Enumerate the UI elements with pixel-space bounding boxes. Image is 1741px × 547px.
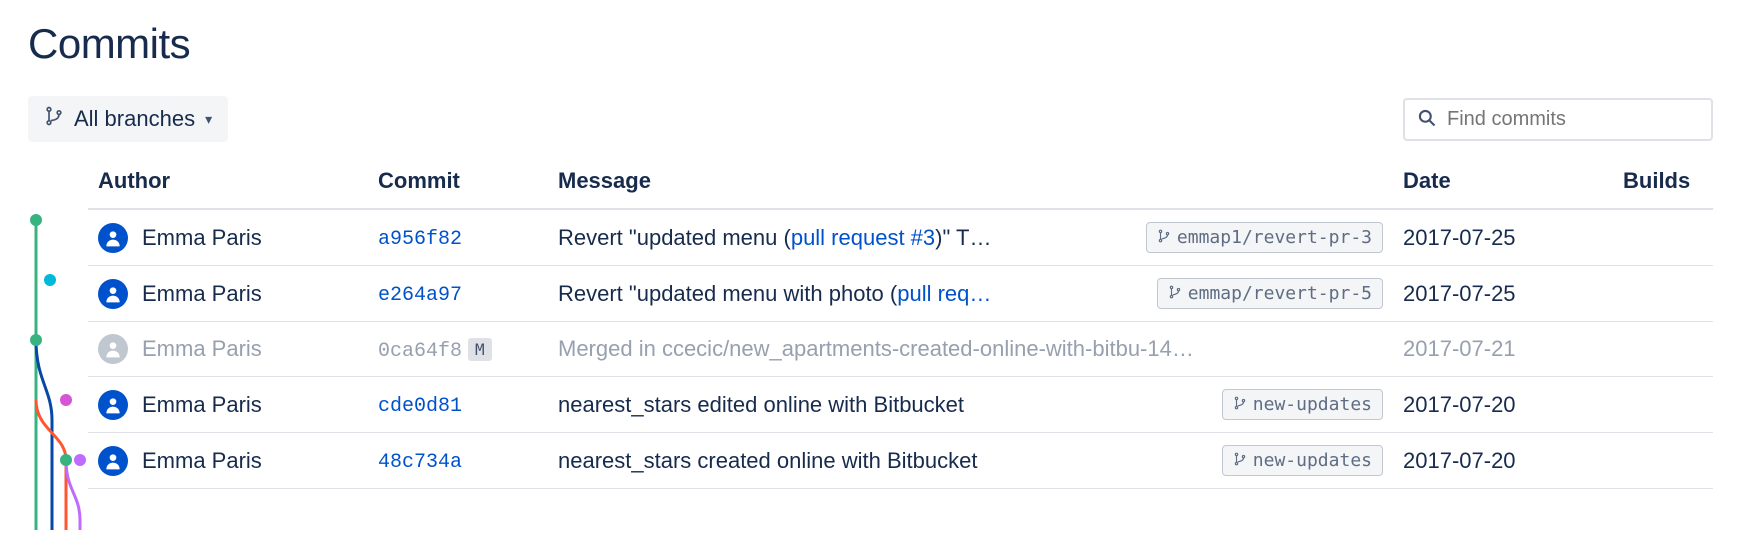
branch-icon (1233, 394, 1247, 415)
builds-cell (1613, 377, 1713, 433)
column-message[interactable]: Message (548, 160, 1393, 209)
author-cell: Emma Paris (98, 334, 358, 364)
commits-table: Author Commit Message Date Builds Emma P… (88, 160, 1713, 489)
commit-graph (28, 160, 88, 489)
branch-icon (44, 106, 64, 132)
builds-cell (1613, 322, 1713, 377)
commit-message: Merged in ccecic/new_apartments-created-… (558, 336, 1383, 362)
branch-icon (1157, 227, 1171, 248)
author-name: Emma Paris (142, 392, 262, 418)
message-cell: nearest_stars edited online with Bitbuck… (558, 389, 1383, 420)
avatar (98, 279, 128, 309)
branch-icon (1168, 283, 1182, 304)
commit-message: nearest_stars edited online with Bitbuck… (558, 392, 1210, 418)
chevron-down-icon: ▾ (205, 111, 212, 128)
pull-request-link[interactable]: pull request #3 (791, 225, 935, 250)
author-cell: Emma Paris (98, 279, 358, 309)
message-cell: Merged in ccecic/new_apartments-created-… (558, 336, 1383, 362)
column-commit[interactable]: Commit (368, 160, 548, 209)
author-name: Emma Paris (142, 281, 262, 307)
author-name: Emma Paris (142, 448, 262, 474)
message-cell: Revert "updated menu with photo (pull re… (558, 278, 1383, 309)
commit-date: 2017-07-20 (1403, 448, 1516, 473)
commit-message: nearest_stars created online with Bitbuc… (558, 448, 1210, 474)
table-row[interactable]: Emma Paris 0ca64f8 M Merged in ccecic/new_a… (88, 322, 1713, 377)
column-author[interactable]: Author (88, 160, 368, 209)
table-row[interactable]: Emma Paris a956f82 Revert "updated menu (p… (88, 209, 1713, 266)
builds-cell (1613, 209, 1713, 266)
author-cell: Emma Paris (98, 390, 358, 420)
table-row[interactable]: Emma Paris 48c734a nearest_stars created o… (88, 433, 1713, 489)
builds-cell (1613, 433, 1713, 489)
author-name: Emma Paris (142, 225, 262, 251)
author-cell: Emma Paris (98, 223, 358, 253)
branch-tag[interactable]: emmap/revert-pr-5 (1157, 278, 1383, 309)
branch-tag[interactable]: new-updates (1222, 389, 1383, 420)
toolbar: All branches ▾ (28, 96, 1713, 142)
branch-filter-label: All branches (74, 106, 195, 132)
column-builds[interactable]: Builds (1613, 160, 1713, 209)
table-row[interactable]: Emma Paris cde0d81 nearest_stars edited on… (88, 377, 1713, 433)
commit-hash-link[interactable]: e264a97 (378, 284, 462, 307)
message-cell: nearest_stars created online with Bitbuc… (558, 445, 1383, 476)
branch-tag[interactable]: new-updates (1222, 445, 1383, 476)
commit-date: 2017-07-20 (1403, 392, 1516, 417)
table-header-row: Author Commit Message Date Builds (88, 160, 1713, 209)
commit-hash-link[interactable]: 0ca64f8 (378, 340, 462, 363)
column-date[interactable]: Date (1393, 160, 1613, 209)
commit-date: 2017-07-25 (1403, 225, 1516, 250)
commit-date: 2017-07-25 (1403, 281, 1516, 306)
search-commits-field[interactable] (1403, 98, 1713, 141)
branch-tag[interactable]: emmap1/revert-pr-3 (1146, 222, 1383, 253)
search-icon (1417, 108, 1447, 131)
pull-request-link[interactable]: pull req… (897, 281, 991, 306)
search-input[interactable] (1447, 108, 1699, 131)
commit-date: 2017-07-21 (1403, 336, 1516, 361)
commit-graph-svg (28, 210, 88, 530)
avatar (98, 446, 128, 476)
author-cell: Emma Paris (98, 446, 358, 476)
branch-icon (1233, 450, 1247, 471)
avatar (98, 334, 128, 364)
builds-cell (1613, 266, 1713, 322)
commit-hash-link[interactable]: 48c734a (378, 451, 462, 474)
avatar (98, 390, 128, 420)
commit-message: Revert "updated menu (pull request #3)" … (558, 225, 1134, 251)
message-cell: Revert "updated menu (pull request #3)" … (558, 222, 1383, 253)
branch-filter-dropdown[interactable]: All branches ▾ (28, 96, 228, 142)
commit-hash-link[interactable]: cde0d81 (378, 395, 462, 418)
commits-area: Author Commit Message Date Builds Emma P… (28, 160, 1713, 489)
author-name: Emma Paris (142, 336, 262, 362)
commits-page: Commits All branches ▾ (0, 0, 1741, 489)
avatar (98, 223, 128, 253)
table-row[interactable]: Emma Paris e264a97 Revert "updated menu wi… (88, 266, 1713, 322)
commit-message: Revert "updated menu with photo (pull re… (558, 281, 1145, 307)
page-title: Commits (28, 20, 1713, 68)
merge-badge: M (468, 338, 492, 361)
commit-hash-link[interactable]: a956f82 (378, 228, 462, 251)
